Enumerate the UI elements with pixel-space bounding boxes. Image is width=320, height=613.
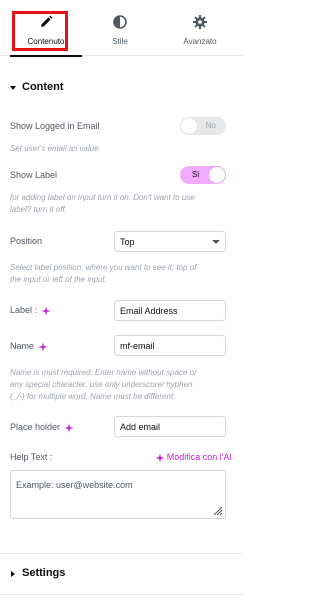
highlight-box	[12, 11, 68, 51]
tab-contenuto[interactable]: Contenuto	[6, 0, 86, 57]
help-text-label: Help Text :	[10, 452, 53, 462]
ai-sparkle-icon	[155, 453, 165, 463]
position-label: Position	[10, 236, 43, 246]
position-select-value: Top	[120, 237, 135, 247]
placeholder-field-label-text: Place holder	[10, 422, 61, 432]
help-text-textarea[interactable]: Example: user@website.com	[10, 470, 226, 519]
position-description-line1: Select label position. where you want to…	[10, 263, 197, 272]
name-description-line1: Name is must required. Enter name withou…	[10, 368, 197, 377]
show-logged-email-label: Show Logged in Email	[10, 121, 100, 131]
resize-grip-icon[interactable]	[211, 504, 223, 516]
caret-down-icon	[10, 86, 16, 90]
name-description-line2: any special character. use only undersco…	[10, 380, 193, 389]
label-input[interactable]: Email Address	[114, 300, 226, 321]
settings-section-header[interactable]: Settings	[0, 563, 243, 589]
half-circle-icon	[113, 15, 127, 29]
label-field-label: Label :	[10, 305, 51, 316]
name-field-label: Name	[10, 341, 48, 352]
settings-section-title: Settings	[22, 567, 66, 579]
placeholder-input-value: Add email	[120, 422, 161, 432]
toggle-knob	[209, 167, 225, 183]
toggle-knob	[181, 118, 197, 134]
show-label-description-line2: label? turn it off.	[10, 205, 67, 214]
tab-stile[interactable]: Stile	[80, 0, 160, 56]
content-section-header[interactable]: Content	[0, 77, 243, 103]
show-label-toggle-text: Si	[192, 170, 200, 179]
position-description-line2: the input or left of the input.	[10, 275, 107, 284]
help-text-value: Example: user@website.com	[16, 480, 133, 490]
show-label-toggle[interactable]: Si	[180, 166, 226, 184]
tab-avanzato[interactable]: Avanzato	[160, 0, 240, 56]
label-input-value: Email Address	[120, 306, 178, 316]
position-select[interactable]: Top	[114, 231, 226, 252]
show-label-description-line1: for adding label on input turn it on. Do…	[10, 193, 195, 202]
active-tab-indicator	[10, 55, 82, 57]
show-label-label: Show Label	[10, 170, 58, 180]
edit-with-ai-link[interactable]: Modifica con l'AI	[155, 452, 232, 463]
content-section-title: Content	[22, 81, 64, 93]
section-divider	[0, 553, 243, 554]
panel-tabs: Contenuto Stile Avanzato	[0, 0, 243, 57]
gear-icon	[193, 15, 207, 29]
show-logged-email-description: Set user's email as value	[10, 144, 99, 153]
tab-avanzato-label: Avanzato	[183, 37, 217, 46]
name-description-line3: (_/-) for multiple word. Name must be di…	[10, 392, 176, 401]
show-logged-email-toggle[interactable]: No	[180, 117, 226, 135]
tab-stile-label: Stile	[112, 37, 128, 46]
ai-sparkle-icon[interactable]	[64, 423, 74, 433]
name-input[interactable]: mf-email	[114, 335, 226, 356]
ai-sparkle-icon[interactable]	[41, 306, 51, 316]
placeholder-field-label: Place holder	[10, 422, 74, 433]
placeholder-input[interactable]: Add email	[114, 416, 226, 437]
section-divider	[0, 594, 243, 595]
label-field-label-text: Label :	[10, 305, 38, 315]
name-input-value: mf-email	[120, 341, 155, 351]
edit-with-ai-label: Modifica con l'AI	[166, 452, 232, 462]
caret-right-icon	[11, 571, 15, 577]
ai-sparkle-icon[interactable]	[38, 342, 48, 352]
chevron-down-icon	[212, 240, 220, 244]
show-logged-email-toggle-text: No	[205, 121, 216, 130]
name-field-label-text: Name	[10, 341, 35, 351]
